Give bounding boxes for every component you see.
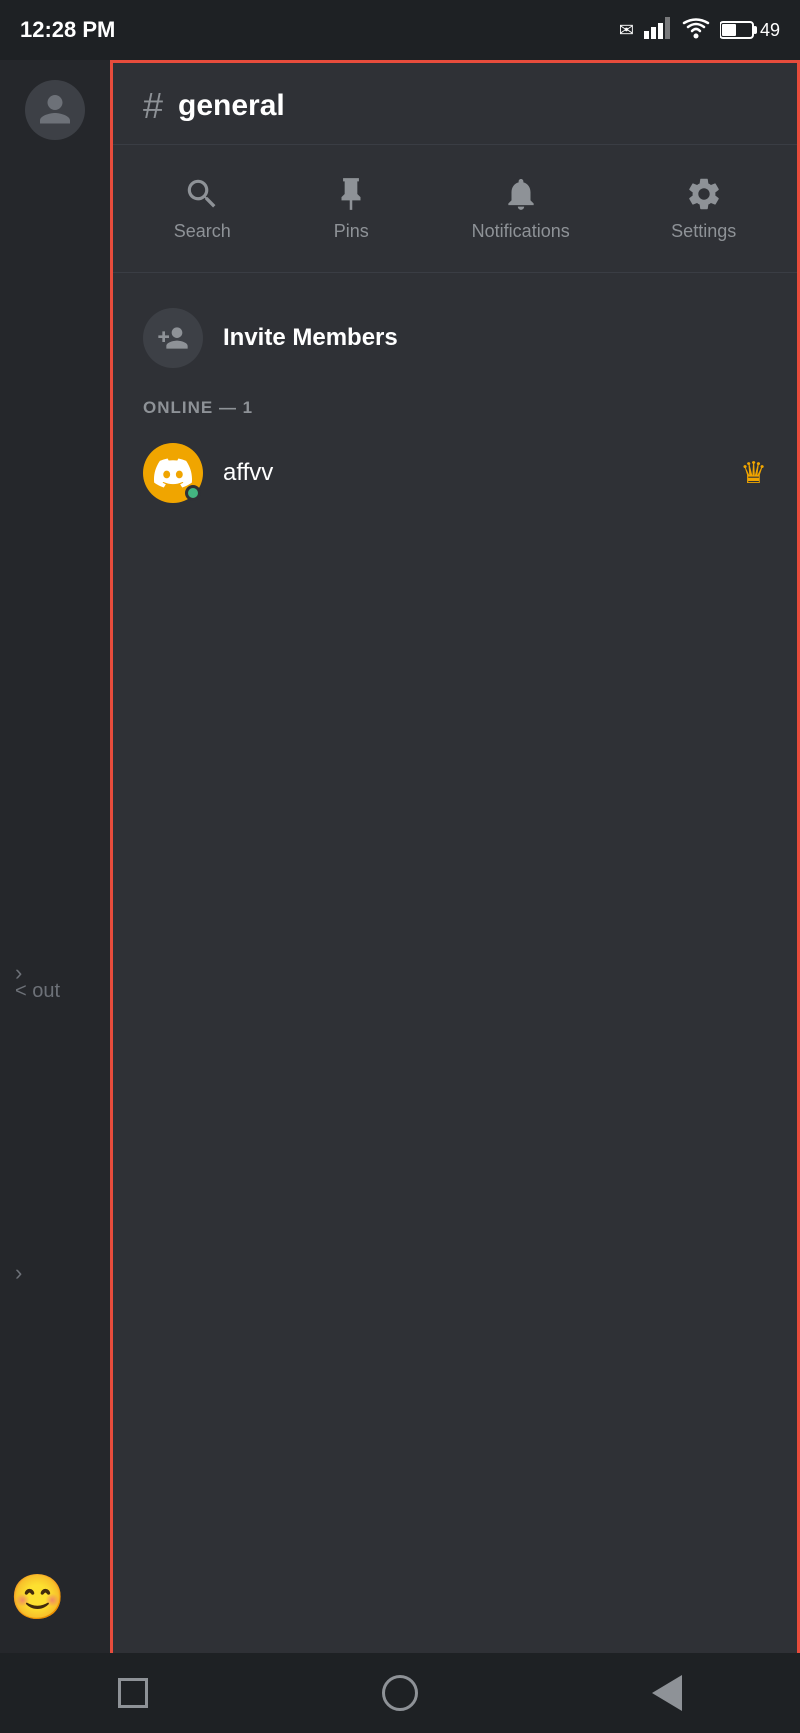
invite-members-label: Invite Members xyxy=(223,324,398,352)
notifications-action[interactable]: Notifications xyxy=(452,165,590,252)
signal-icon xyxy=(644,17,672,44)
nav-back-button[interactable] xyxy=(639,1666,694,1721)
crown-icon: ♛ xyxy=(740,456,767,491)
search-icon xyxy=(183,175,221,213)
search-label: Search xyxy=(174,221,231,242)
channel-header: # general xyxy=(113,63,797,145)
sidebar-avatar[interactable] xyxy=(25,80,85,140)
invite-members-row[interactable]: Invite Members xyxy=(133,293,777,383)
nav-square-button[interactable] xyxy=(106,1666,161,1721)
status-time: 12:28 PM xyxy=(20,17,115,43)
status-bar: 12:28 PM ✉ xyxy=(0,0,800,60)
drawer-panel: # general Search Pins xyxy=(110,60,800,1733)
battery-icon: 49 xyxy=(720,20,780,41)
online-section-header: ONLINE — 1 xyxy=(133,383,777,428)
action-bar: Search Pins Notifications xyxy=(113,145,797,273)
online-count-text: ONLINE — 1 xyxy=(143,398,253,417)
wifi-icon xyxy=(682,17,710,44)
status-icons: ✉ 49 xyxy=(619,17,780,44)
pin-icon xyxy=(332,175,370,213)
members-list: Invite Members ONLINE — 1 affvv xyxy=(113,273,797,1730)
nav-home-button[interactable] xyxy=(372,1666,427,1721)
nav-triangle-icon xyxy=(652,1675,682,1711)
discord-logo-icon xyxy=(154,454,192,492)
left-sidebar: › › 😊 xyxy=(0,60,110,1733)
settings-action[interactable]: Settings xyxy=(651,165,756,252)
nav-circle-icon xyxy=(382,1675,418,1711)
pins-action[interactable]: Pins xyxy=(312,165,390,252)
left-edge-forward[interactable]: › xyxy=(15,1260,22,1286)
gmail-icon: ✉ xyxy=(619,20,634,41)
channel-name: general xyxy=(178,89,285,123)
main-layout: › › 😊 < out # general Search xyxy=(0,60,800,1733)
navigation-bar xyxy=(0,1653,800,1733)
invite-avatar xyxy=(143,308,203,368)
nav-square-icon xyxy=(118,1678,148,1708)
search-action[interactable]: Search xyxy=(154,165,251,252)
online-status-dot xyxy=(185,485,201,501)
member-row[interactable]: affvv ♛ xyxy=(133,428,777,518)
person-add-icon xyxy=(157,322,189,354)
gear-icon xyxy=(685,175,723,213)
pins-label: Pins xyxy=(334,221,369,242)
member-username: affvv xyxy=(223,459,720,487)
member-avatar-wrap xyxy=(143,443,203,503)
person-icon xyxy=(37,92,73,128)
left-out-text: < out xyxy=(15,980,60,1003)
channel-hash-icon: # xyxy=(143,88,163,124)
emoji-button[interactable]: 😊 xyxy=(10,1571,65,1623)
bell-icon xyxy=(502,175,540,213)
notifications-label: Notifications xyxy=(472,221,570,242)
settings-label: Settings xyxy=(671,221,736,242)
